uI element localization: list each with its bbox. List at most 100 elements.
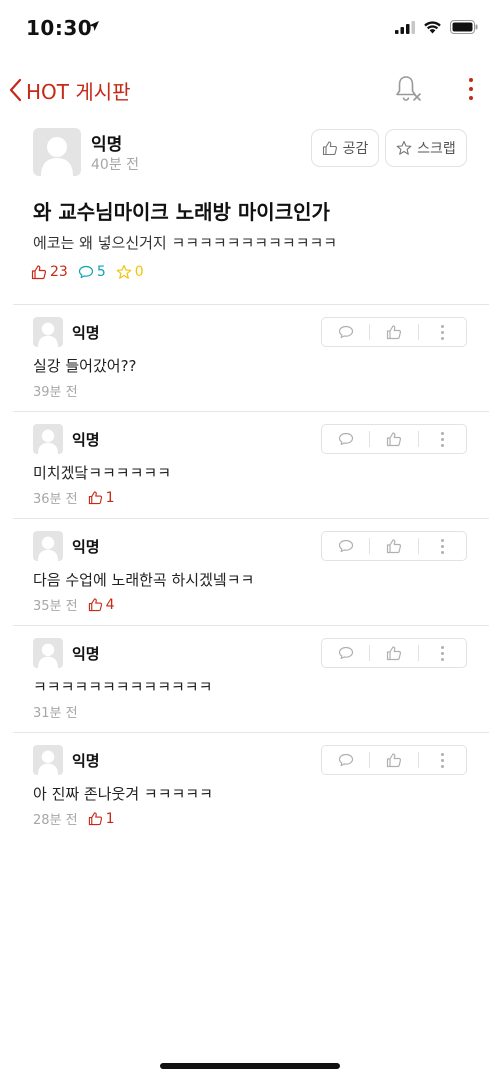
comment-text: 다음 수업에 노래한곡 하시겠넼ㅋㅋ [33,571,255,589]
comment-meta: 28분 전 1 [33,809,115,829]
scrap-button-label: 스크랩 [417,141,456,157]
comment-text: 미치겠닼ㅋㅋㅋㅋㅋㅋ [33,464,172,482]
thumbs-up-icon [88,812,102,826]
post-author: 익명 [91,135,123,155]
comment-meta: 31분 전 [33,702,78,721]
comment-text: ㅋㅋㅋㅋㅋㅋㅋㅋㅋㅋㅋㅋㅋ [33,678,213,696]
comment-meta: 36분 전 1 [33,488,115,508]
more-vertical-icon [440,645,444,661]
comment-like-button[interactable] [370,425,417,453]
bell-off-icon [396,76,421,101]
comment-actions [321,317,467,347]
scrap-count-value: 0 [134,264,144,280]
avatar-icon [33,531,63,561]
like-button-label: 공감 [342,141,369,157]
comment-meta: 35분 전 4 [33,595,115,615]
reply-button[interactable] [322,318,369,346]
nav-bar: HOT 게시판 [0,60,500,118]
comment-author: 익명 [72,538,100,556]
post: 익명 40분 전 공감 스크랩 와 교수님마이크 노래방 마이크인가 에코는 왜… [0,118,500,304]
reply-button[interactable] [322,639,369,667]
comment-like-count: 1 [88,490,115,506]
thumbs-up-icon [386,753,402,768]
more-vertical-icon [440,752,444,768]
like-button[interactable]: 공감 [311,129,379,167]
thumbs-up-icon [88,491,102,505]
comment-author: 익명 [72,324,100,342]
comment-author: 익명 [72,752,100,770]
reply-button[interactable] [322,425,369,453]
comment-more-button[interactable] [419,532,466,560]
thumbs-up-icon [386,539,402,554]
comment-like-count-value: 1 [105,489,115,506]
thumbs-up-icon [31,265,47,280]
speech-bubble-icon [338,753,353,767]
more-vertical-icon-dot [469,87,473,91]
reply-button[interactable] [322,746,369,774]
more-options-button[interactable] [462,74,480,104]
like-count: 23 [31,264,68,280]
comment-item: 익명 아 진짜 존나웃겨 ㅋㅋㅋㅋㅋ 28분 전 1 [0,733,500,840]
comment-item: 익명 다음 수업에 노래한곡 하시겠넼ㅋㅋ 35분 전 4 [0,519,500,626]
wifi-icon [424,21,441,34]
thumbs-up-icon [386,432,402,447]
avatar-icon [33,638,63,668]
comment-time: 35분 전 [33,599,78,614]
comment-item: 익명 미치겠닼ㅋㅋㅋㅋㅋㅋ 36분 전 1 [0,412,500,519]
avatar-icon [33,745,63,775]
thumbs-up-icon [322,141,337,156]
comment-actions [321,424,467,454]
comment-more-button[interactable] [419,425,466,453]
speech-bubble-icon [338,646,353,660]
thumbs-up-icon [88,598,102,612]
comment-actions [321,638,467,668]
location-arrow-icon [89,21,99,31]
comment-like-button[interactable] [370,746,417,774]
comment-item: 익명 ㅋㅋㅋㅋㅋㅋㅋㅋㅋㅋㅋㅋㅋ 31분 전 [0,626,500,733]
comment-like-count-value: 4 [105,596,115,613]
reply-button[interactable] [322,532,369,560]
home-indicator[interactable] [160,1063,340,1069]
comment-like-count: 4 [88,597,115,613]
back-chevron-icon [9,78,22,102]
signal-icon [395,20,415,34]
comment-author: 익명 [72,645,100,663]
comment-actions [321,531,467,561]
comment-like-count: 1 [88,811,115,827]
comment-time: 36분 전 [33,492,78,507]
comment-like-button[interactable] [370,639,417,667]
comment-more-button[interactable] [419,318,466,346]
back-button[interactable]: HOT 게시판 [8,74,148,106]
more-vertical-icon-dot [469,78,473,82]
post-body: 에코는 왜 넣으신거지 ㅋㅋㅋㅋㅋㅋㅋㅋㅋㅋㅋㅋ [33,234,338,252]
scrap-count: 0 [116,264,144,280]
comment-item: 익명 실강 들어갔어?? 39분 전 [0,305,500,412]
scrap-button[interactable]: 스크랩 [385,129,467,167]
thumbs-up-icon [386,325,402,340]
star-icon [116,264,132,279]
comment-like-count-value: 1 [105,810,115,827]
status-time: 10:30 [26,16,93,40]
comment-count: 5 [78,264,106,280]
more-vertical-icon-dot [469,96,473,100]
comment-time: 39분 전 [33,385,78,400]
speech-bubble-icon [338,325,353,339]
comment-more-button[interactable] [419,746,466,774]
avatar-icon [33,424,63,454]
comment-meta: 39분 전 [33,381,78,400]
comment-like-button[interactable] [370,532,417,560]
post-time: 40분 전 [91,157,140,173]
comment-time: 31분 전 [33,706,78,721]
status-bar: 10:30 [0,0,500,60]
comment-like-button[interactable] [370,318,417,346]
speech-bubble-icon [78,265,93,279]
comment-count-value: 5 [96,264,106,280]
notification-toggle[interactable] [394,72,424,104]
screen: 10:30 HOT 게시판 익명 40분 전 공감 스크랩 와 교수님마이크 노… [0,0,500,1082]
comment-more-button[interactable] [419,639,466,667]
battery-icon [450,20,478,34]
more-vertical-icon [440,431,444,447]
board-title: HOT 게시판 [26,79,131,104]
comment-actions [321,745,467,775]
post-title: 와 교수님마이크 노래방 마이크인가 [33,200,330,224]
